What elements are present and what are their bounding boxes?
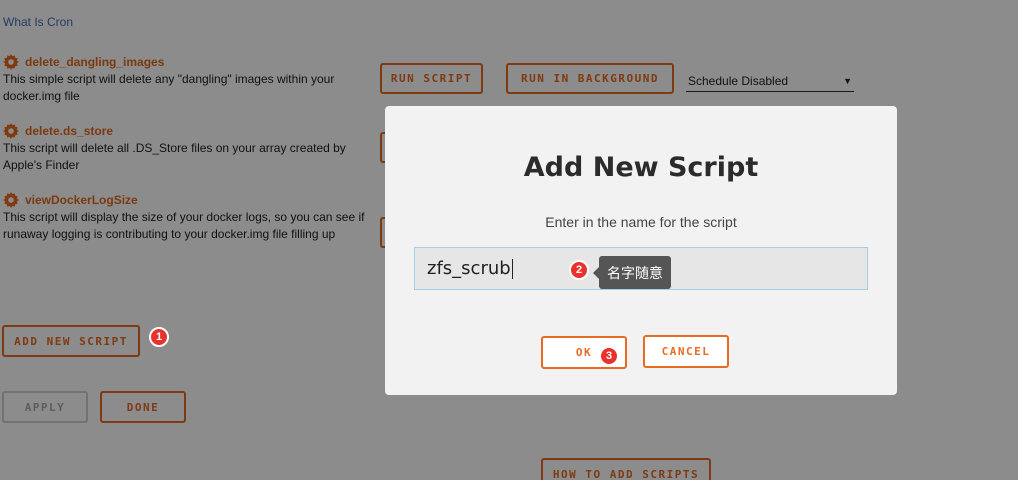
step-badge-1: 1 <box>149 327 169 347</box>
step-badge-2: 2 <box>569 260 589 280</box>
add-script-dialog: Add New Script Enter in the name for the… <box>385 106 897 395</box>
step-badge-3: 3 <box>599 346 619 366</box>
dialog-title: Add New Script <box>523 152 759 183</box>
script-name-input-value: zfs_scrub <box>427 258 511 279</box>
text-cursor <box>511 258 513 279</box>
annotation-tooltip: 名字随意 <box>593 256 671 289</box>
dialog-prompt: Enter in the name for the script <box>545 214 737 230</box>
cancel-button[interactable]: CANCEL <box>643 335 729 368</box>
